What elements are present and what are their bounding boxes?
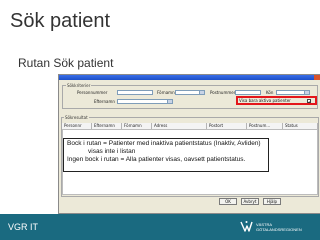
- callout-line-3: Ingen bock i rutan = Alla patienter visa…: [67, 156, 246, 163]
- fornamn-input[interactable]: [175, 90, 205, 95]
- efternamn-label: Efternamn: [94, 99, 115, 104]
- logo-line-2: GÖTALANDSREGIONEN: [256, 227, 302, 232]
- personnummer-input[interactable]: [117, 90, 153, 95]
- search-results-label: Sökresultat: [64, 115, 89, 120]
- personnummer-label: Personnummer: [77, 90, 108, 95]
- slide-title: Sök patient: [10, 10, 111, 32]
- active-patients-checkbox[interactable]: ✓: [307, 99, 311, 104]
- explanation-callout: Bock i rutan = Patienter med inaktiva pa…: [63, 138, 269, 172]
- footer-label: VGR IT: [8, 222, 39, 232]
- close-icon[interactable]: [314, 75, 320, 80]
- efternamn-input[interactable]: [117, 99, 173, 104]
- kon-select[interactable]: [276, 90, 310, 95]
- kon-dropdown-icon[interactable]: [304, 91, 309, 94]
- search-criteria-label: Sökkriterier: [66, 83, 92, 88]
- kon-label: Kön: [266, 90, 274, 95]
- vgr-logo-icon: [240, 221, 253, 232]
- active-patients-label: Visa bara aktiva patienter: [239, 98, 291, 103]
- footer-bar: VGR IT VÄSTRA GÖTALANDSREGIONEN: [0, 214, 320, 240]
- vgr-logo: VÄSTRA GÖTALANDSREGIONEN: [240, 219, 316, 235]
- callout-line-1: Bock i rutan = Patienter med inaktiva pa…: [67, 140, 261, 147]
- fornamn-label: Förnamn: [157, 90, 175, 95]
- window-title-bar: [59, 75, 320, 80]
- fornamn-dropdown-icon[interactable]: [199, 91, 204, 94]
- slide-subtitle: Rutan Sök patient: [18, 56, 114, 70]
- callout-line-2: visas inte i listan: [88, 148, 136, 155]
- ok-button[interactable]: OK: [219, 198, 237, 205]
- help-button[interactable]: Hjälp: [263, 198, 281, 205]
- efternamn-dropdown-icon[interactable]: [167, 100, 172, 103]
- cancel-button[interactable]: Avbryt: [241, 198, 259, 205]
- postnummer-input[interactable]: [235, 90, 261, 95]
- postnummer-label: Postnummer: [210, 90, 236, 95]
